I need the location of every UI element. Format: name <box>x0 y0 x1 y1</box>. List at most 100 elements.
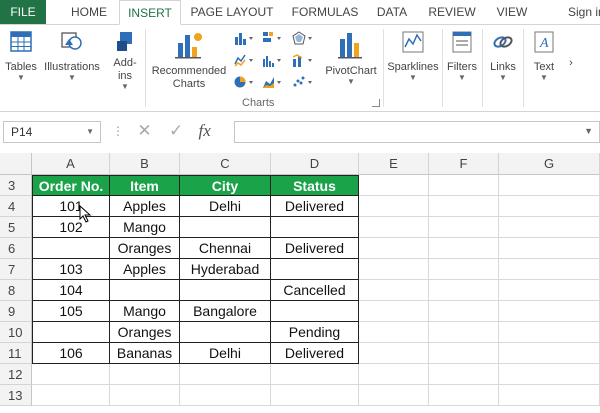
row-header-9[interactable]: 9 <box>0 301 32 322</box>
table-cell[interactable] <box>271 217 359 238</box>
chevron-down-icon[interactable]: ▼ <box>86 122 94 142</box>
table-cell[interactable]: 104 <box>32 280 110 301</box>
table-cell[interactable]: Pending <box>271 322 359 343</box>
pie-chart-button[interactable] <box>234 75 254 92</box>
cell[interactable] <box>429 301 499 322</box>
name-box[interactable]: P14 ▼ <box>3 121 101 143</box>
line-chart-button[interactable] <box>234 53 254 70</box>
text-button[interactable]: A Text ▼ <box>527 27 561 82</box>
table-cell[interactable] <box>32 322 110 343</box>
tab-insert[interactable]: INSERT <box>119 0 181 25</box>
combo-chart-button[interactable] <box>292 53 314 70</box>
table-cell[interactable]: 105 <box>32 301 110 322</box>
cell[interactable] <box>271 385 359 406</box>
table-cell[interactable]: 103 <box>32 259 110 280</box>
cell[interactable] <box>499 175 600 196</box>
cell[interactable] <box>499 238 600 259</box>
cell[interactable] <box>429 322 499 343</box>
table-cell[interactable]: Mango <box>110 301 180 322</box>
cell[interactable] <box>359 343 429 364</box>
cell[interactable] <box>429 343 499 364</box>
cell[interactable] <box>499 364 600 385</box>
table-cell[interactable] <box>180 280 271 301</box>
table-cell[interactable] <box>110 280 180 301</box>
tab-home[interactable]: HOME <box>60 0 118 24</box>
cell[interactable] <box>359 364 429 385</box>
select-all-button[interactable] <box>0 153 32 175</box>
table-cell[interactable] <box>180 217 271 238</box>
cell[interactable] <box>359 301 429 322</box>
table-cell[interactable]: Delivered <box>271 238 359 259</box>
table-cell[interactable]: Bangalore <box>180 301 271 322</box>
insert-function-icon[interactable]: fx <box>199 121 211 141</box>
table-cell[interactable]: Cancelled <box>271 280 359 301</box>
table-cell[interactable]: 102 <box>32 217 110 238</box>
cell[interactable] <box>271 364 359 385</box>
ribbon-scroll-right-button[interactable]: › <box>566 57 576 69</box>
tab-file[interactable]: FILE <box>0 0 46 24</box>
cell[interactable] <box>359 238 429 259</box>
cell[interactable] <box>499 322 600 343</box>
cell[interactable] <box>429 175 499 196</box>
table-cell[interactable] <box>32 238 110 259</box>
hierarchy-chart-button[interactable] <box>262 31 282 48</box>
radar-chart-button[interactable] <box>292 31 314 48</box>
table-cell[interactable]: Delhi <box>180 196 271 217</box>
row-header-10[interactable]: 10 <box>0 322 32 343</box>
cell[interactable] <box>499 385 600 406</box>
cell[interactable] <box>180 364 271 385</box>
worksheet-grid[interactable]: ABCDEFG 3 4 5 6 7 8 9 10 11 12 13 Order No. Item Cit… <box>0 153 600 413</box>
tab-formulas[interactable]: FORMULAS <box>286 0 364 24</box>
charts-dialog-launcher-icon[interactable] <box>372 99 380 107</box>
cell[interactable] <box>429 259 499 280</box>
links-button[interactable]: Links ▼ <box>486 27 520 82</box>
column-header-c[interactable]: C <box>180 153 271 175</box>
cell[interactable] <box>499 280 600 301</box>
cell[interactable] <box>110 385 180 406</box>
cell[interactable] <box>359 322 429 343</box>
table-cell[interactable]: Delhi <box>180 343 271 364</box>
tab-review[interactable]: REVIEW <box>422 0 482 24</box>
filters-button[interactable]: Filters ▼ <box>445 27 479 82</box>
table-cell[interactable]: Chennai <box>180 238 271 259</box>
cell[interactable] <box>429 196 499 217</box>
cell[interactable] <box>110 364 180 385</box>
table-header-cell[interactable]: City <box>180 175 271 196</box>
row-header-6[interactable]: 6 <box>0 238 32 259</box>
table-cell[interactable]: Apples <box>110 259 180 280</box>
add-ins-button[interactable]: Add- ins ▼ <box>108 27 142 91</box>
recommended-charts-button[interactable]: Recommended Charts <box>149 27 229 91</box>
cell[interactable] <box>32 364 110 385</box>
cell[interactable] <box>429 280 499 301</box>
row-header-11[interactable]: 11 <box>0 343 32 364</box>
tab-view[interactable]: VIEW <box>492 0 532 24</box>
cell[interactable] <box>32 385 110 406</box>
cell[interactable] <box>499 196 600 217</box>
row-header-4[interactable]: 4 <box>0 196 32 217</box>
table-cell[interactable] <box>180 322 271 343</box>
cell[interactable] <box>499 217 600 238</box>
cell[interactable] <box>359 259 429 280</box>
cell[interactable] <box>429 217 499 238</box>
cell[interactable] <box>429 238 499 259</box>
row-header-13[interactable]: 13 <box>0 385 32 406</box>
cell[interactable] <box>429 364 499 385</box>
row-header-12[interactable]: 12 <box>0 364 32 385</box>
table-cell[interactable]: Oranges <box>110 322 180 343</box>
column-header-a[interactable]: A <box>32 153 110 175</box>
table-cell[interactable]: Mango <box>110 217 180 238</box>
pivotchart-button[interactable]: PivotChart ▼ <box>322 27 380 86</box>
column-header-e[interactable]: E <box>359 153 429 175</box>
table-cell[interactable]: 106 <box>32 343 110 364</box>
tables-button[interactable]: Tables ▼ <box>4 27 38 82</box>
column-chart-button[interactable] <box>234 31 254 48</box>
table-cell[interactable]: Apples <box>110 196 180 217</box>
table-cell[interactable]: Delivered <box>271 196 359 217</box>
formula-input[interactable]: ▼ <box>234 121 600 143</box>
illustrations-button[interactable]: Illustrations ▼ <box>42 27 102 82</box>
table-header-cell[interactable]: Order No. <box>32 175 110 196</box>
cell[interactable] <box>499 301 600 322</box>
cell[interactable] <box>429 385 499 406</box>
table-header-cell[interactable]: Item <box>110 175 180 196</box>
row-header-8[interactable]: 8 <box>0 280 32 301</box>
